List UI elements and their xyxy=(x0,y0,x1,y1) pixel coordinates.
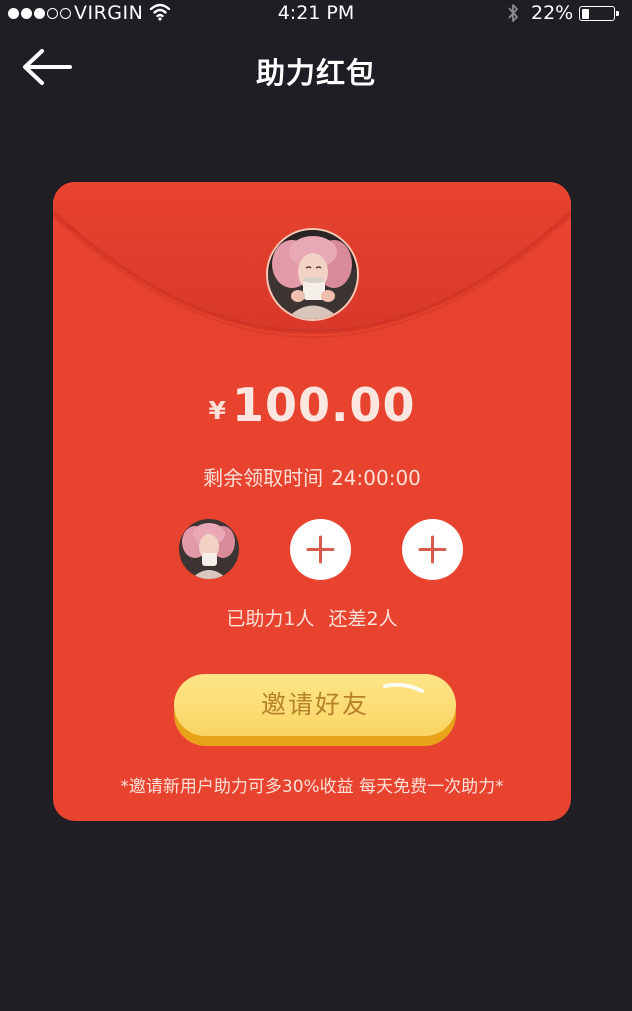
invite-friends-button[interactable]: 邀请好友 xyxy=(174,674,456,746)
status-bar: VIRGIN 4:21 PM 22% xyxy=(0,0,632,26)
help-status: 已助力1人 还差2人 xyxy=(53,604,571,631)
helper-avatar xyxy=(179,519,239,579)
bluetooth-icon xyxy=(508,4,518,22)
amount-value: 100.00 xyxy=(231,378,416,432)
plus-icon xyxy=(418,535,447,564)
helped-count: 已助力1人 xyxy=(226,608,315,630)
countdown: 剩余领取时间 24:00:00 xyxy=(53,462,571,491)
footnote: *邀请新用户助力可多30%收益 每天免费一次助力* xyxy=(120,777,504,797)
countdown-label: 剩余领取时间 xyxy=(203,466,324,490)
invite-button-label: 邀请好友 xyxy=(260,690,369,719)
add-helper-button[interactable] xyxy=(402,519,463,580)
prize-amount: ¥100.00 xyxy=(53,378,571,432)
battery-percentage: 22% xyxy=(531,2,574,24)
plus-icon xyxy=(306,535,335,564)
page-title: 助力红包 xyxy=(255,56,376,90)
countdown-time: 24:00:00 xyxy=(331,466,421,490)
remaining-count: 还差2人 xyxy=(328,608,398,630)
red-envelope-card: ¥100.00 剩余领取时间 24:00:00 已助力1人 还差2人 邀请好友 … xyxy=(53,182,571,821)
helper-slots xyxy=(177,518,463,580)
battery-icon xyxy=(579,6,619,21)
currency-symbol: ¥ xyxy=(208,396,226,425)
add-helper-button[interactable] xyxy=(290,519,351,580)
host-avatar xyxy=(266,228,359,321)
